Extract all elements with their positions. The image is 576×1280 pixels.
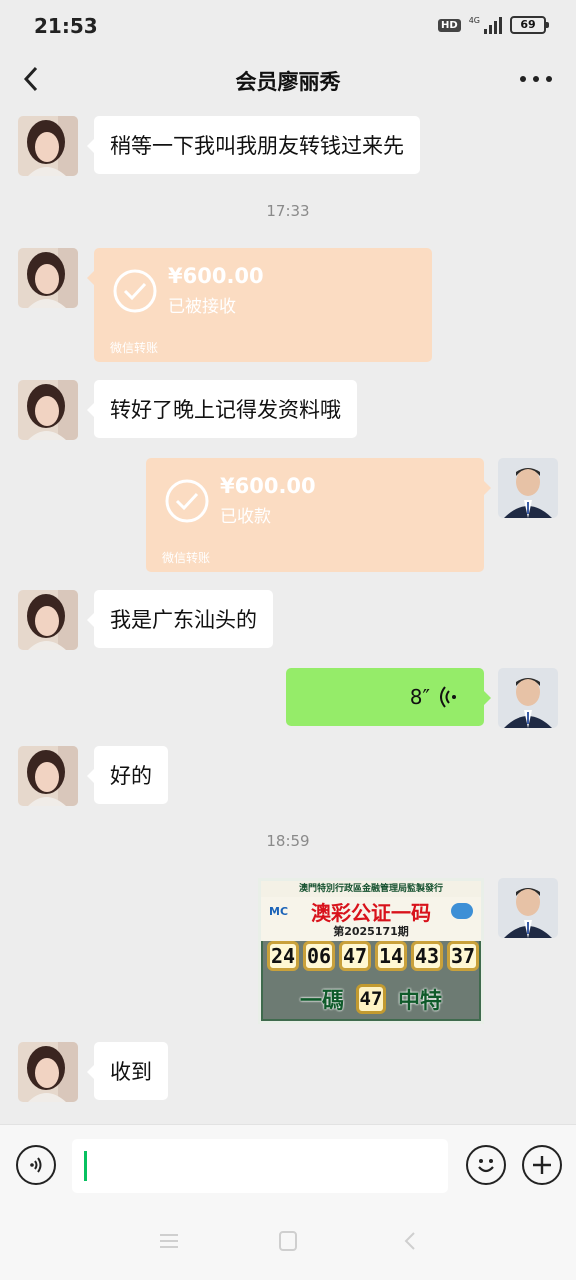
message-bubble[interactable]: 我是广东汕头的 <box>87 590 273 648</box>
number-tile: 24 <box>267 941 299 971</box>
number-row: 24 06 47 14 43 37 <box>267 941 479 971</box>
check-icon <box>113 269 157 313</box>
number-tile: 43 <box>411 941 443 971</box>
menu-icon[interactable] <box>158 1230 180 1256</box>
voice-input-icon[interactable] <box>16 1145 56 1185</box>
plus-icon[interactable] <box>522 1145 562 1185</box>
my-avatar[interactable] <box>498 878 558 938</box>
system-navigation <box>0 1206 576 1280</box>
text-caret <box>84 1151 87 1181</box>
voice-duration: 8″ <box>409 685 430 709</box>
number-tile: 06 <box>303 941 335 971</box>
status-time: 21:53 <box>34 14 98 38</box>
back-nav-icon[interactable] <box>400 1230 422 1256</box>
number-tile: 37 <box>447 941 479 971</box>
home-icon[interactable] <box>277 1230 299 1256</box>
contact-avatar[interactable] <box>18 590 78 650</box>
contact-avatar[interactable] <box>18 380 78 440</box>
signal-icon: 4G <box>469 16 502 34</box>
transfer-card[interactable]: ¥600.00 已被接收 微信转账 <box>87 248 432 362</box>
more-icon[interactable] <box>520 62 552 96</box>
image-title: 澳彩公证一码 <box>311 901 431 925</box>
status-bar: 21:53 HD 4G 69 <box>0 0 576 56</box>
transfer-status: 已被接收 <box>168 297 236 317</box>
number-tile: 47 <box>339 941 371 971</box>
image-message[interactable]: 澳門特別行政區金融管理局監製發行 MC 澳彩公证一码 第2025171期 24 … <box>258 878 484 1024</box>
my-avatar[interactable] <box>498 668 558 728</box>
timestamp: 17:33 <box>266 202 310 220</box>
hd-icon: HD <box>438 18 461 32</box>
transfer-amount: ¥600.00 <box>220 474 316 498</box>
check-icon <box>165 479 209 523</box>
voice-message[interactable]: 8″ <box>286 668 491 726</box>
my-avatar[interactable] <box>498 458 558 518</box>
status-icons: HD 4G 69 <box>438 16 549 34</box>
voice-wave-icon <box>440 686 456 708</box>
timestamp: 18:59 <box>266 832 310 850</box>
transfer-footer: 微信转账 <box>110 341 159 355</box>
transfer-status: 已收款 <box>220 507 271 527</box>
image-header-text: 澳門特別行政區金融管理局監製發行 <box>261 881 481 897</box>
contact-avatar[interactable] <box>18 1042 78 1102</box>
message-bubble[interactable]: 转好了晚上记得发资料哦 <box>87 380 357 438</box>
message-input[interactable] <box>72 1139 448 1193</box>
contact-avatar[interactable] <box>18 116 78 176</box>
chat-title: 会员廖丽秀 <box>235 70 341 94</box>
message-bubble[interactable]: 收到 <box>87 1042 168 1100</box>
bottom-left-text: 一碼 <box>299 988 344 1014</box>
message-bubble[interactable]: 好的 <box>87 746 168 804</box>
bottom-right-text: 中特 <box>398 988 443 1014</box>
image-period: 第2025171期 <box>333 925 409 938</box>
contact-avatar[interactable] <box>18 746 78 806</box>
battery-icon: 69 <box>510 16 549 34</box>
transfer-card[interactable]: ¥600.00 已收款 微信转账 <box>146 458 491 572</box>
transfer-amount: ¥600.00 <box>168 264 264 288</box>
input-bar <box>0 1124 576 1206</box>
message-bubble[interactable]: 稍等一下我叫我朋友转钱过来先 <box>87 116 420 174</box>
transfer-footer: 微信转账 <box>162 551 211 565</box>
special-number: 47 <box>356 984 386 1014</box>
number-tile: 14 <box>375 941 407 971</box>
emoji-icon[interactable] <box>466 1145 506 1185</box>
image-bottom-row: 一碼 47 中特 <box>261 977 481 1021</box>
contact-avatar[interactable] <box>18 248 78 308</box>
chat-header: 会员廖丽秀 <box>0 56 576 104</box>
